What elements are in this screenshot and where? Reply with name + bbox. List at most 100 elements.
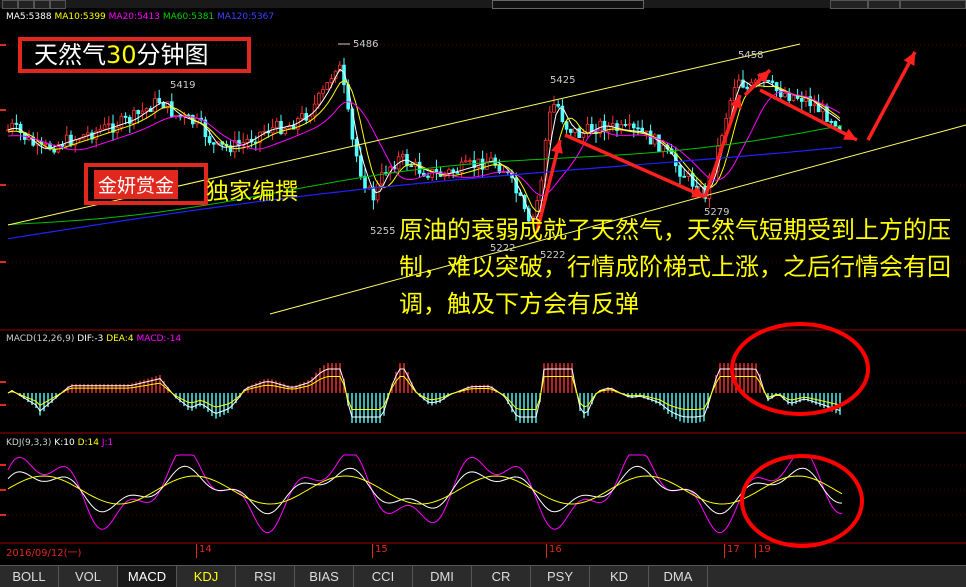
candle-body (363, 175, 367, 190)
brand-tagline: 独家编撰 (206, 179, 298, 205)
candle-body (829, 121, 833, 123)
candle-body (316, 92, 321, 105)
candle-body (211, 142, 216, 145)
candle-body (791, 95, 796, 101)
candle-body (123, 115, 128, 118)
price-label: 5255 (370, 226, 395, 237)
candle-body (86, 132, 90, 136)
analysis-annotation: 原油的衰弱成就了天然气，天然气短期受到上方的压制，难以突破，行情成阶梯式上涨，之… (399, 216, 951, 318)
candle-body (783, 92, 787, 98)
ma10-value: MA10:5399 (54, 12, 106, 22)
candle-body (245, 138, 250, 143)
candle-body (169, 101, 174, 117)
date-axis: 2016/09/12(一) 14 15 16 17 19 (0, 544, 966, 559)
ma60-value: MA60:5381 (162, 12, 215, 22)
candle-body (690, 172, 695, 187)
contract-selector[interactable] (492, 0, 644, 9)
tab-vol[interactable]: VOL (59, 566, 118, 587)
date-label: 16 (549, 544, 562, 555)
top-toolbar (0, 0, 966, 9)
date-separator (196, 544, 197, 558)
candle-body (102, 124, 107, 130)
title-prefix: 天然气 (34, 41, 106, 69)
brand-box: 金妍赏金 (84, 163, 208, 205)
title-suffix: 分钟图 (136, 41, 209, 69)
date-separator (372, 544, 373, 558)
candle-body (300, 113, 304, 119)
candle-body (548, 111, 552, 141)
macd-dif: DIF:-3 (77, 334, 104, 344)
candle-body (611, 123, 615, 127)
candle-body (447, 169, 451, 174)
chart-title-box: 天然气30分钟图 (18, 37, 251, 73)
tab-macd[interactable]: MACD (118, 566, 177, 587)
candle-body (787, 92, 791, 101)
tab-boll[interactable]: BOLL (0, 566, 59, 587)
toolbar-btn[interactable] (50, 0, 66, 9)
date-separator (724, 544, 725, 558)
date-separator (546, 544, 547, 558)
candle-body (627, 123, 632, 126)
ma120-value: MA120:5367 (217, 12, 275, 22)
candle-body (648, 130, 653, 145)
candle-body (283, 128, 287, 135)
date-label: 15 (375, 544, 388, 555)
candle-body (812, 103, 817, 107)
candle-body (325, 82, 329, 90)
tab-cci[interactable]: CCI (354, 566, 413, 587)
ma20-value: MA20:5413 (108, 12, 160, 22)
candle-body (321, 89, 325, 94)
kdj-j-line (7, 454, 843, 534)
candle-body (136, 110, 141, 115)
toolbar-btn[interactable] (18, 0, 34, 9)
candle-body (661, 144, 665, 152)
arrow-up-2 (703, 94, 742, 198)
price-label: 5419 (170, 80, 195, 91)
arrow-down-1 (564, 133, 706, 199)
candle-body (581, 132, 586, 139)
candle-body (678, 165, 682, 177)
toolbar-btn[interactable] (2, 0, 18, 9)
kdj-highlight-circle (740, 454, 864, 548)
candle-body (434, 169, 439, 173)
ma-legend: MA5:5388 MA10:5399 MA20:5413 MA60:5381 M… (6, 12, 274, 22)
date-label: 14 (199, 544, 212, 555)
tab-dmi[interactable]: DMI (413, 566, 472, 587)
candle-body (354, 138, 359, 157)
kdj-name: KDJ(9,3,3) (6, 438, 52, 448)
macd-dea: DEA:4 (106, 334, 134, 344)
ma5-value: MA5:5388 (6, 12, 52, 22)
tab-bias[interactable]: BIAS (295, 566, 354, 587)
price-label: 5486 (353, 39, 378, 50)
candle-body (463, 160, 468, 163)
tab-dma[interactable]: DMA (649, 566, 708, 587)
candle-body (569, 128, 573, 133)
candle-body (119, 115, 124, 129)
date-label: 17 (727, 544, 740, 555)
macd-name: MACD(12,26,9) (6, 334, 75, 344)
kdj-k: K:10 (54, 438, 75, 448)
candle-body (107, 123, 111, 126)
tab-cr[interactable]: CR (472, 566, 531, 587)
candle-body (644, 130, 649, 133)
tab-psy[interactable]: PSY (531, 566, 590, 587)
candle-body (69, 134, 73, 146)
toolbar-btn[interactable] (34, 0, 50, 9)
tab-kdj[interactable]: KDJ (177, 566, 236, 587)
indicator-tabbar: BOLL VOL MACD KDJ RSI BIAS CCI DMI CR PS… (0, 565, 966, 587)
date-label: 19 (758, 544, 771, 555)
date-first: 2016/09/12(一) (6, 548, 82, 559)
toolbar-right-btn[interactable] (868, 0, 900, 9)
candle-body (455, 171, 460, 174)
tab-kd[interactable]: KD (590, 566, 649, 587)
candle-body (657, 134, 661, 152)
toolbar-right-btn[interactable] (900, 0, 966, 9)
candle-body (623, 124, 628, 126)
candle-body (153, 98, 157, 113)
arrow-up-4 (866, 51, 917, 141)
macd-value: MACD:-14 (136, 334, 182, 344)
tab-rsi[interactable]: RSI (236, 566, 295, 587)
candle-body (770, 80, 775, 83)
candle-body (44, 143, 48, 146)
toolbar-right-btn[interactable] (830, 0, 868, 9)
